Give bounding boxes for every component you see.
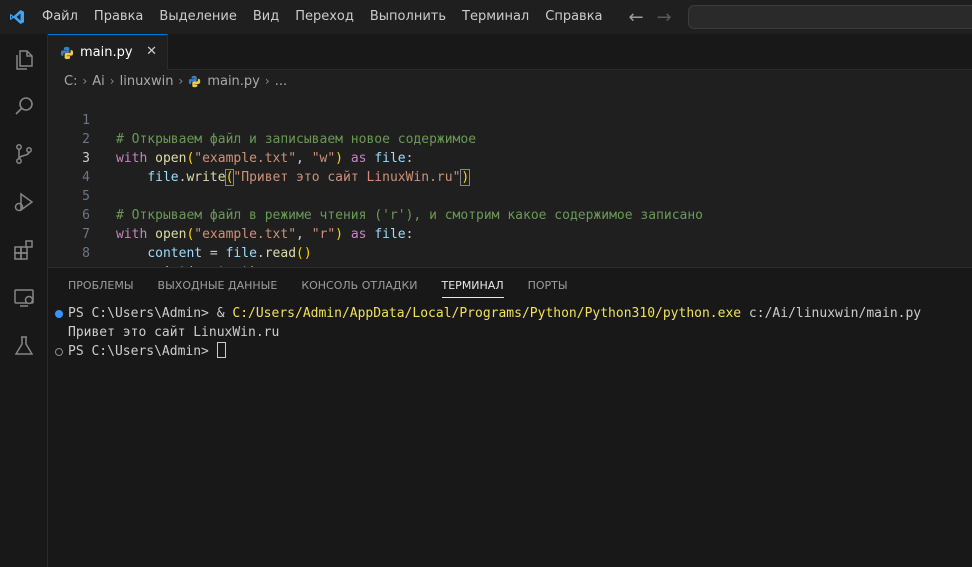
terminal-line: PS C:\Users\Admin> xyxy=(68,342,226,361)
code-line: 4 xyxy=(48,149,972,185)
vscode-logo-icon xyxy=(0,0,34,34)
code-line: 5 # Открываем файл в режиме чтения ('r')… xyxy=(48,168,972,223)
search-icon[interactable] xyxy=(0,82,48,130)
terminal-command-amp: & xyxy=(216,306,233,321)
source-control-icon[interactable] xyxy=(0,130,48,178)
run-debug-icon[interactable] xyxy=(0,178,48,226)
extensions-icon[interactable] xyxy=(0,226,48,274)
breadcrumb-folder-linuxwin[interactable]: linuxwin xyxy=(120,74,174,89)
tab-debug-console[interactable]: КОНСОЛЬ ОТЛАДКИ xyxy=(289,268,429,304)
terminal-command-exe: C:/Users/Admin/AppData/Local/Programs/Py… xyxy=(232,306,742,321)
terminal-prompt: PS C:\Users\Admin> xyxy=(68,344,217,359)
breadcrumb-folder-ai[interactable]: Ai xyxy=(92,74,105,89)
chevron-right-icon: › xyxy=(82,74,88,88)
code-line: 1 # Открываем файл и записываем новое со… xyxy=(48,92,972,147)
title-bar: Файл Правка Выделение Вид Переход Выполн… xyxy=(0,0,972,34)
breadcrumb: C: › Ai › linuxwin › main.py › ... xyxy=(48,70,972,92)
bottom-panel: ПРОБЛЕМЫ ВЫХОДНЫЕ ДАННЫЕ КОНСОЛЬ ОТЛАДКИ… xyxy=(48,267,972,567)
testing-flask-icon[interactable] xyxy=(0,322,48,370)
tab-output[interactable]: ВЫХОДНЫЕ ДАННЫЕ xyxy=(146,268,290,304)
explorer-icon[interactable] xyxy=(0,36,48,84)
terminal-line: PS C:\Users\Admin> & C:/Users/Admin/AppD… xyxy=(68,304,921,323)
line-number: 8 xyxy=(82,246,90,261)
terminal-command-arg: c:/Ai/linuxwin/main.py xyxy=(741,306,922,321)
code-line: 8 print(content) xyxy=(48,225,972,280)
command-center-search[interactable] xyxy=(688,5,972,29)
activity-bar xyxy=(0,34,48,567)
command-pending-dot-icon[interactable] xyxy=(55,348,63,356)
breadcrumb-symbols[interactable]: ... xyxy=(275,74,287,89)
code-line: 2 with open("example.txt", "w") as file: xyxy=(48,111,972,166)
remote-explorer-icon[interactable] xyxy=(0,274,48,322)
menu-run[interactable]: Выполнить xyxy=(362,0,454,34)
menu-edit[interactable]: Правка xyxy=(86,0,151,34)
forward-arrow-icon[interactable]: → xyxy=(656,7,672,28)
code-editor[interactable]: 1 # Открываем файл и записываем новое со… xyxy=(48,92,972,280)
menu-terminal[interactable]: Терминал xyxy=(454,0,537,34)
code-line-active: 3 file.write("Привет это сайт LinuxWin.r… xyxy=(48,130,972,186)
command-success-dot-icon[interactable] xyxy=(55,310,63,318)
close-icon[interactable]: ✕ xyxy=(146,44,157,59)
panel-tabs: ПРОБЛЕМЫ ВЫХОДНЫЕ ДАННЫЕ КОНСОЛЬ ОТЛАДКИ… xyxy=(56,268,580,304)
python-file-icon xyxy=(189,75,201,87)
terminal-output: Привет это сайт LinuxWin.ru xyxy=(68,325,280,340)
menu-view[interactable]: Вид xyxy=(245,0,287,34)
menu-help[interactable]: Справка xyxy=(537,0,610,34)
breadcrumb-file[interactable]: main.py xyxy=(207,74,260,89)
editor-tab-bar: main.py ✕ xyxy=(48,34,972,70)
code-variable: content xyxy=(147,246,203,261)
menu-file[interactable]: Файл xyxy=(34,0,86,34)
tab-main-py[interactable]: main.py ✕ xyxy=(48,34,168,70)
code-line: 7 content = file.read() xyxy=(48,206,972,261)
menu-bar: Файл Правка Выделение Вид Переход Выполн… xyxy=(34,0,611,34)
menu-go[interactable]: Переход xyxy=(287,0,362,34)
tab-problems[interactable]: ПРОБЛЕМЫ xyxy=(56,268,146,304)
tab-terminal[interactable]: ТЕРМИНАЛ xyxy=(430,268,516,304)
chevron-right-icon: › xyxy=(264,74,270,88)
breadcrumb-drive[interactable]: C: xyxy=(64,74,77,89)
code-line: 6 with open("example.txt", "r") as file: xyxy=(48,187,972,242)
terminal-prompt: PS C:\Users\Admin> xyxy=(68,306,217,321)
chevron-right-icon: › xyxy=(178,74,184,88)
menu-selection[interactable]: Выделение xyxy=(151,0,244,34)
tab-label: main.py xyxy=(80,45,133,60)
tab-ports[interactable]: ПОРТЫ xyxy=(516,268,580,304)
code-function: read xyxy=(264,246,297,261)
python-file-icon xyxy=(60,46,74,59)
back-arrow-icon[interactable]: ← xyxy=(628,7,644,28)
navigation-arrows: ← → xyxy=(628,0,672,34)
terminal-cursor xyxy=(216,342,226,358)
chevron-right-icon: › xyxy=(109,74,115,88)
code-variable: file xyxy=(225,246,257,261)
